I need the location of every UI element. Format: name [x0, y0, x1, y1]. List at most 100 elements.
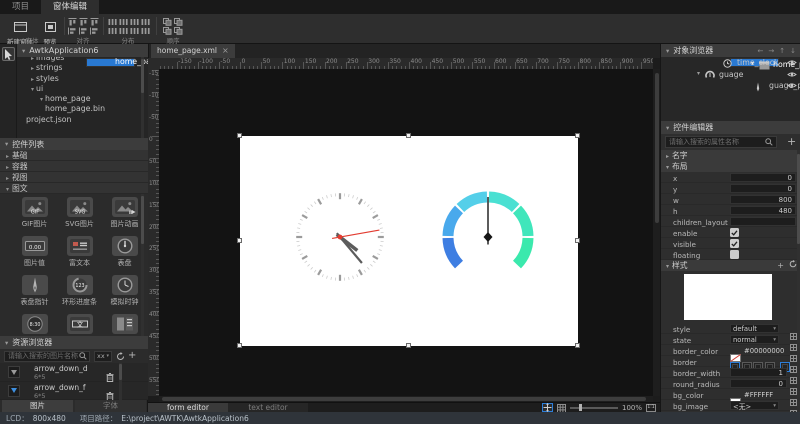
align-left-icon[interactable] [67, 26, 78, 35]
align-middle-icon[interactable] [78, 17, 89, 26]
selection-handle[interactable] [406, 343, 411, 348]
project-tree-header[interactable]: ▾ AwtkApplication6 [17, 44, 148, 57]
selection-handle[interactable] [575, 133, 580, 138]
w-field[interactable] [730, 195, 796, 204]
align-bottom-icon[interactable] [89, 17, 100, 26]
resource-search-input[interactable] [4, 351, 90, 362]
selection-handle[interactable] [406, 133, 411, 138]
distribute-h3-icon[interactable] [129, 17, 140, 26]
object-browser-header[interactable]: ▾ 对象浏览器 ← → ↑ ↓ [661, 44, 800, 57]
resource-browser-header[interactable]: ▾ 资源浏览器 [0, 336, 148, 349]
bring-forward-icon[interactable] [162, 26, 173, 35]
children_layout-field[interactable] [730, 217, 796, 226]
widget-item[interactable]: 富文本 [57, 236, 102, 268]
section-name[interactable]: ▸名字 [661, 150, 800, 161]
widget-item[interactable]: 文 [57, 314, 102, 336]
object-tree-node[interactable]: time_clock [661, 57, 800, 69]
eye-icon[interactable] [787, 82, 797, 91]
editor-tab[interactable]: form editor [148, 403, 228, 413]
selection-handle[interactable] [237, 238, 242, 243]
section-layout[interactable]: ▾布局 [661, 161, 800, 172]
send-backward-icon[interactable] [173, 26, 184, 35]
state-select[interactable]: normal▾ [730, 335, 779, 344]
refresh-icon[interactable] [789, 260, 797, 271]
add-property-icon[interactable]: + [787, 135, 796, 148]
gauge-widget[interactable] [448, 197, 528, 265]
preview-button[interactable]: 预览 [39, 16, 61, 36]
enable-checkbox[interactable] [730, 228, 739, 237]
distribute-h2-icon[interactable] [118, 17, 129, 26]
tab-project[interactable]: 项目 [0, 0, 41, 14]
distribute-h1-icon[interactable] [107, 17, 118, 26]
reset-icon[interactable] [790, 402, 797, 413]
nav-down-icon[interactable]: ↓ [790, 47, 796, 55]
widget-category-collapsed[interactable]: ▸基础 [0, 150, 148, 161]
widget-item[interactable]: SVGSVG图片 [57, 197, 102, 229]
h-field[interactable] [730, 206, 796, 215]
design-viewport[interactable] [159, 69, 653, 396]
close-icon[interactable]: × [222, 44, 229, 58]
distribute-v1-icon[interactable] [107, 26, 118, 35]
trash-icon[interactable] [106, 386, 114, 401]
eye-icon[interactable] [787, 71, 797, 80]
section-header[interactable]: ▾样式+ [661, 260, 800, 271]
new-form-button[interactable]: 新建窗体 [3, 16, 37, 36]
selection-handle[interactable] [575, 343, 580, 348]
resource-item[interactable]: arrow_down_d6*5 [0, 363, 148, 382]
project-tree-item[interactable]: ▾home_page [17, 94, 148, 104]
widget-item[interactable]: 8:30 [12, 314, 57, 336]
project-tree-item[interactable]: home_page.xml [86, 58, 135, 67]
resource-item[interactable]: arrow_down_f6*5 [0, 382, 148, 401]
bg_image-select[interactable]: <无>▾ [730, 401, 779, 410]
widget-list-header[interactable]: ▾ 控件列表 [0, 138, 148, 150]
align-center-icon[interactable] [78, 26, 89, 35]
tab-form-edit[interactable]: 窗体编辑 [41, 0, 99, 14]
property-search-input[interactable] [665, 136, 777, 148]
border_width-field[interactable] [730, 368, 787, 377]
widget-category-expanded[interactable]: ▾图文 [0, 183, 148, 194]
distribute-h4-icon[interactable] [140, 17, 151, 26]
eye-icon[interactable] [787, 59, 797, 68]
round_radius-field[interactable] [730, 379, 787, 388]
actual-size-icon[interactable]: 1:1 [646, 404, 656, 412]
distribute-v3-icon[interactable] [129, 26, 140, 35]
selection-handle[interactable] [237, 133, 242, 138]
distribute-v2-icon[interactable] [118, 26, 129, 35]
zoom-slider[interactable] [570, 404, 618, 412]
distribute-v4-icon[interactable] [140, 26, 151, 35]
resource-filter-dropdown[interactable]: xx▾ [94, 351, 112, 362]
add-resource-icon[interactable]: + [128, 350, 136, 361]
y-field[interactable] [730, 184, 796, 193]
x-field[interactable] [730, 173, 796, 182]
send-back-icon[interactable] [173, 17, 184, 26]
project-tree-item[interactable]: ▾ui [17, 84, 148, 94]
selection-handle[interactable] [237, 343, 242, 348]
scrollbar[interactable] [119, 363, 122, 400]
add-style-icon[interactable]: + [777, 260, 784, 271]
style-select[interactable]: default▾ [730, 324, 779, 333]
time-clock-widget[interactable] [296, 193, 384, 281]
resource-tab[interactable]: 图片 [2, 400, 73, 412]
design-canvas[interactable] [240, 136, 578, 346]
editor-tab[interactable]: text editor [228, 403, 308, 413]
project-tree-item[interactable]: home_page.bin [17, 104, 148, 114]
vertical-scrollbar[interactable] [653, 69, 660, 396]
nav-right-icon[interactable]: → [768, 47, 774, 55]
widget-category-collapsed[interactable]: ▸视图 [0, 172, 148, 183]
project-tree-item[interactable]: ▸styles [17, 74, 148, 84]
nav-up-icon[interactable]: ↑ [779, 47, 785, 55]
nav-left-icon[interactable]: ← [758, 47, 764, 55]
align-top-icon[interactable] [67, 17, 78, 26]
project-tree-item[interactable]: project.json [17, 115, 148, 125]
widget-item[interactable]: 0.00图片值 [12, 236, 57, 268]
scrollbar[interactable] [141, 57, 144, 138]
widget-editor-header[interactable]: ▾ 控件编辑器 [661, 121, 800, 134]
floating-checkbox[interactable] [730, 250, 739, 259]
tab-home-page-xml[interactable]: home_page.xml × [151, 44, 235, 58]
selection-handle[interactable] [575, 238, 580, 243]
widget-item[interactable]: 表盘指针 [12, 275, 57, 307]
visible-checkbox[interactable] [730, 239, 739, 248]
pick-tool-button[interactable] [2, 47, 15, 61]
align-right-icon[interactable] [89, 26, 100, 35]
widget-category-collapsed[interactable]: ▸容器 [0, 161, 148, 172]
